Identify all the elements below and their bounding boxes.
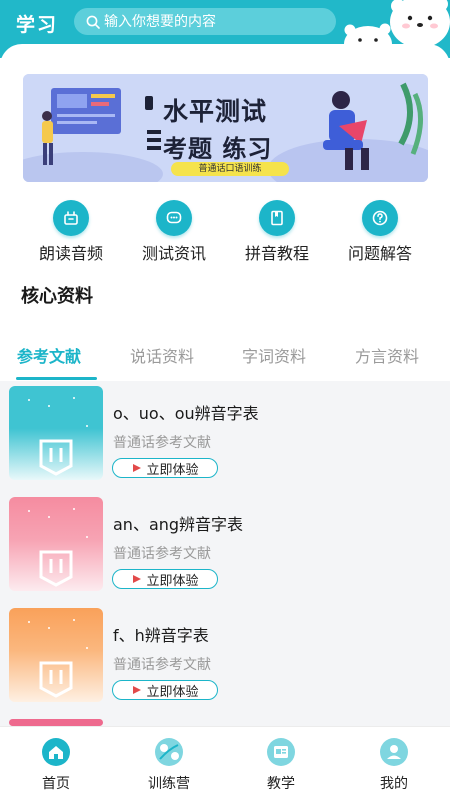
training-icon [154,737,184,767]
play-icon [133,686,142,694]
pencil-badge-icon [28,508,88,587]
active-tab-indicator [16,377,97,380]
nav-teaching[interactable]: 教学 [246,737,316,793]
banner-tag: 普通话口语训练 [171,162,289,176]
try-now-label: 立即体验 [146,684,199,700]
tab-speaking-materials[interactable]: 说话资料 [130,343,194,367]
item-thumbnail [9,497,103,591]
quick-menu-pinyin-tutorial[interactable]: 拼音教程 [237,200,317,264]
item-subtitle: 普通话参考文献 [113,657,211,673]
list-item-partial [0,719,450,726]
bottom-nav: 首页 训练营 教学 我的 [0,726,450,800]
nav-label: 首页 [42,776,70,792]
quick-menu-label: 问题解答 [347,244,412,263]
try-now-button[interactable]: 立即体验 [112,569,218,589]
play-icon [133,575,142,583]
quick-menu-reading-audio[interactable]: 朗读音频 [31,200,111,264]
nav-label: 我的 [380,776,408,792]
chat-icon [156,200,192,236]
search-bar[interactable] [74,8,336,35]
tab-word-materials[interactable]: 字词资料 [242,343,306,367]
list-item[interactable]: o、uo、ou辨音字表 普通话参考文献 立即体验 [0,386,450,494]
quick-menu-label: 测试资讯 [141,244,206,263]
search-input[interactable] [104,13,324,30]
banner-title: 水平测试 [163,97,268,126]
try-now-button[interactable]: 立即体验 [112,458,218,478]
nav-profile[interactable]: 我的 [359,737,429,793]
item-title: o、uo、ou辨音字表 [113,404,259,423]
play-icon [133,464,142,472]
nav-training[interactable]: 训练营 [134,737,204,793]
quick-menu-faq[interactable]: 问题解答 [340,200,420,264]
item-title: f、h辨音字表 [113,626,209,645]
tab-dialect-materials[interactable]: 方言资料 [355,343,419,367]
page-title: 学习 [16,14,59,36]
try-now-label: 立即体验 [146,573,199,589]
pencil-badge-icon [28,397,88,476]
question-icon [362,200,398,236]
pencil-badge-icon [28,619,88,698]
home-icon [41,737,71,767]
item-thumbnail [9,608,103,702]
profile-icon [379,737,409,767]
promo-banner[interactable]: 水平测试 考题 练习 普通话口语训练 [23,74,428,182]
list-item[interactable]: an、ang辨音字表 普通话参考文献 立即体验 [0,497,450,605]
book-icon [259,200,295,236]
header-curve [0,44,450,74]
item-thumbnail [9,719,103,726]
package-icon [53,200,89,236]
quick-menu-label: 拼音教程 [244,244,309,263]
try-now-button[interactable]: 立即体验 [112,680,218,700]
item-thumbnail [9,386,103,480]
try-now-label: 立即体验 [146,462,199,478]
list-item[interactable]: f、h辨音字表 普通话参考文献 立即体验 [0,608,450,716]
quick-menu-test-news[interactable]: 测试资讯 [134,200,214,264]
material-list: o、uo、ou辨音字表 普通话参考文献 立即体验 an、ang辨音字表 普通话参… [0,381,450,726]
banner-subtitle: 考题 练习 [163,135,273,163]
item-subtitle: 普通话参考文献 [113,546,211,562]
nav-home[interactable]: 首页 [21,737,91,793]
tab-references[interactable]: 参考文献 [17,343,81,367]
search-icon [86,15,100,29]
nav-label: 训练营 [148,776,190,792]
teaching-icon [266,737,296,767]
item-subtitle: 普通话参考文献 [113,435,211,451]
quick-menu-label: 朗读音频 [38,244,103,263]
section-title: 核心资料 [21,286,93,307]
nav-label: 教学 [267,776,295,792]
item-title: an、ang辨音字表 [113,515,244,534]
